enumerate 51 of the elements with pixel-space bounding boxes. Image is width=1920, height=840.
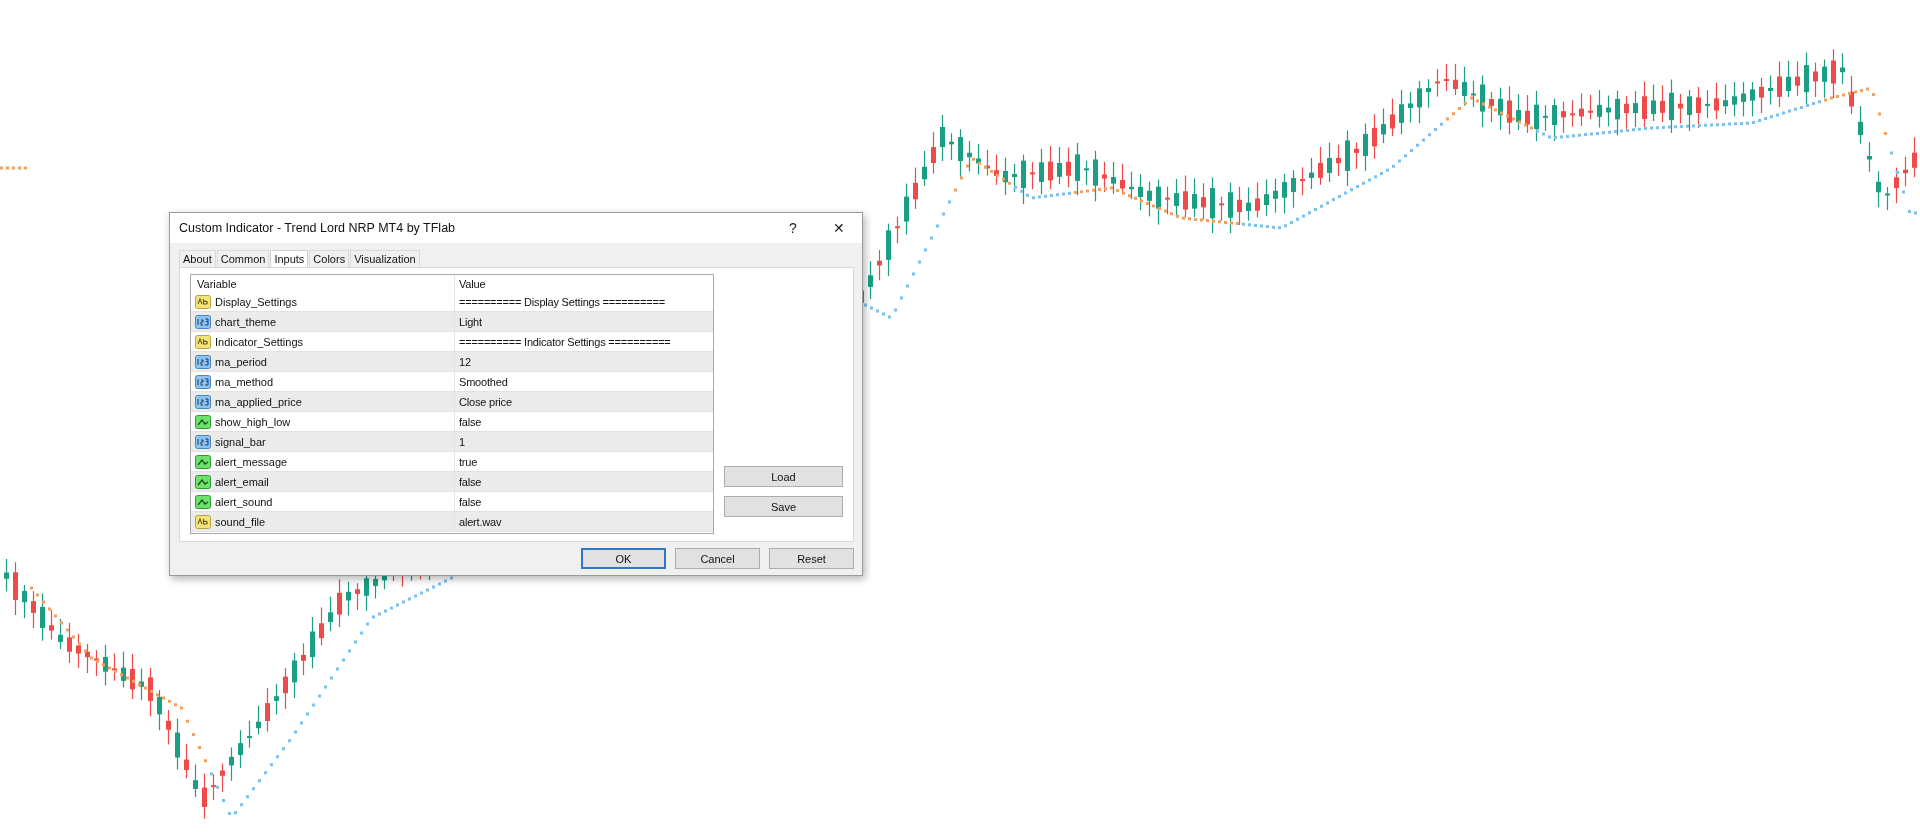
number-icon: [195, 354, 211, 369]
number-icon: [195, 394, 211, 409]
text-icon: [195, 514, 211, 529]
variable-name: ma_applied_price: [215, 395, 302, 408]
tab[interactable]: Colors: [309, 250, 350, 267]
variable-name: chart_theme: [215, 315, 277, 328]
variable-value[interactable]: ========== Display Settings ==========: [455, 292, 713, 311]
window-title: Custom Indicator - Trend Lord NRP MT4 by TFlab: [179, 221, 457, 235]
dialog-button[interactable]: Cancel: [675, 548, 760, 569]
close-button[interactable]: ✕: [816, 213, 862, 243]
help-button[interactable]: ?: [770, 213, 816, 243]
variable-value[interactable]: false: [455, 472, 713, 491]
variable-name: sound_file: [215, 515, 266, 528]
variable-name: Display_Settings: [215, 295, 297, 308]
variable-name: alert_message: [215, 455, 288, 468]
number-icon: [195, 374, 211, 389]
toggle-icon: [195, 494, 211, 509]
number-icon: [195, 314, 211, 329]
toggle-icon: [195, 414, 211, 429]
variable-name: show_high_low: [215, 415, 291, 428]
save-button[interactable]: Save: [724, 496, 843, 517]
tab[interactable]: Common: [216, 250, 270, 267]
number-icon: [195, 434, 211, 449]
variable-name: alert_sound: [215, 495, 273, 508]
text-icon: [195, 334, 211, 349]
variable-name: signal_bar: [215, 435, 266, 448]
variable-name: ma_period: [215, 355, 267, 368]
variable-name: Indicator_Settings: [215, 335, 304, 348]
variable-value[interactable]: alert.wav: [455, 512, 713, 531]
variable-value[interactable]: 12: [455, 352, 713, 371]
toggle-icon: [195, 474, 211, 489]
variable-value[interactable]: ========== Indicator Settings ==========: [455, 332, 713, 351]
variable-name: ma_method: [215, 375, 274, 388]
dialog-button[interactable]: Reset: [769, 548, 854, 569]
variable-value[interactable]: Close price: [455, 392, 713, 411]
toggle-icon: [195, 454, 211, 469]
tab[interactable]: Inputs: [270, 250, 309, 267]
variable-value[interactable]: false: [455, 492, 713, 511]
load-button[interactable]: Load: [724, 466, 843, 487]
variable-value[interactable]: true: [455, 452, 713, 471]
column-header: Value: [458, 276, 487, 292]
variable-name: alert_email: [215, 475, 269, 488]
column-header: Variable: [191, 275, 455, 292]
variable-value[interactable]: Light: [455, 312, 713, 331]
variable-value[interactable]: false: [455, 412, 713, 431]
tab[interactable]: Visualization: [350, 250, 420, 267]
tab[interactable]: About: [179, 250, 216, 267]
text-icon: [195, 294, 211, 309]
variable-value[interactable]: Smoothed: [455, 372, 713, 391]
dialog-button[interactable]: OK: [581, 548, 666, 569]
variable-value[interactable]: 1: [455, 432, 713, 451]
